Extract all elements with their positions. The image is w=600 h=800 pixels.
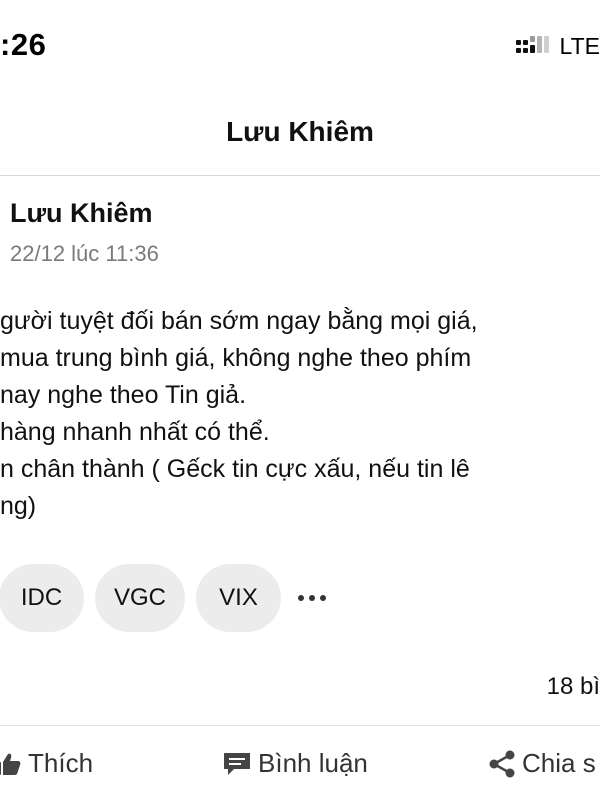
share-label: Chia s — [522, 748, 596, 778]
post-line: n chân thành ( Gếck tin cực xấu, nếu tin… — [0, 455, 470, 483]
signal-bars-icon — [515, 36, 552, 56]
comment-count[interactable]: 18 bì — [547, 673, 600, 701]
page-title: Lưu Khiêm — [226, 116, 374, 147]
network-label: LTE — [559, 32, 600, 59]
post-author[interactable]: Lưu Khiêm — [10, 198, 153, 229]
actions-divider — [0, 725, 600, 726]
comment-button[interactable]: Bình luận — [222, 748, 368, 779]
post-line: ng) — [0, 492, 37, 520]
post-text: gười tuyệt đối bán sớm ngay bằng mọi giá… — [0, 303, 600, 525]
post-line: hàng nhanh nhất có thể. — [0, 418, 270, 446]
like-button[interactable]: Thích — [0, 748, 93, 779]
comment-label: Bình luận — [258, 748, 368, 778]
post-screen: :26 LTE Lưu Khiêm Lưu Khiêm 22/12 lúc 11… — [0, 0, 600, 800]
post-line: mua trung bình giá, không nghe theo phím — [0, 344, 472, 372]
share-button[interactable]: Chia s — [488, 748, 596, 779]
status-indicators: LTE — [515, 32, 600, 59]
like-label: Thích — [28, 748, 94, 778]
tag-chip-vix[interactable]: VIX — [196, 564, 281, 632]
share-icon — [488, 749, 516, 779]
more-horizontal-icon[interactable] — [292, 564, 332, 632]
post-line: nay nghe theo Tin giả. — [0, 381, 247, 409]
header-divider — [0, 175, 600, 176]
tag-chip-idc[interactable]: IDC — [0, 564, 84, 632]
status-time: :26 — [0, 27, 47, 62]
thumbs-up-icon — [0, 751, 22, 777]
tag-chip-vgc[interactable]: VGC — [95, 564, 185, 632]
post-line: gười tuyệt đối bán sớm ngay bằng mọi giá… — [0, 307, 478, 335]
post-timestamp[interactable]: 22/12 lúc 11:36 — [10, 241, 159, 267]
stock-tags: IDC VGC VIX — [0, 564, 332, 632]
comment-bubble-icon — [222, 751, 252, 777]
